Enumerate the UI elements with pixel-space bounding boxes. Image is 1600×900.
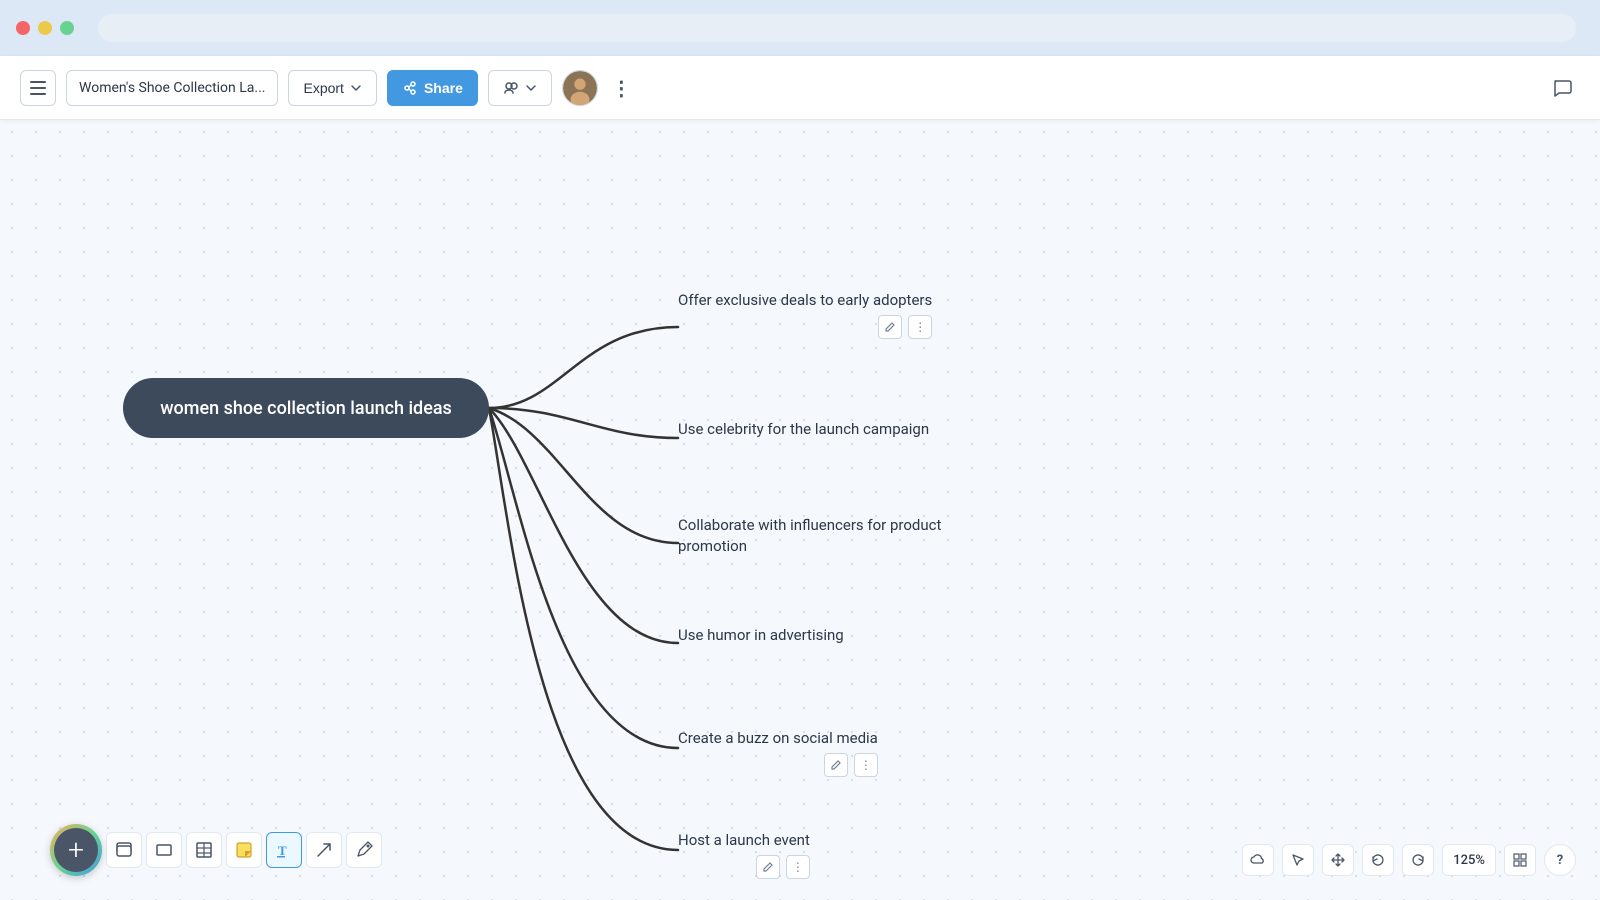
node-actions-6: ⋮: [678, 855, 810, 879]
arrow-icon: [315, 841, 333, 859]
move-icon: [1331, 853, 1345, 867]
layers-icon: [115, 841, 133, 859]
branch-text-5: Create a buzz on social media: [678, 728, 878, 749]
zoom-level[interactable]: 125%: [1442, 844, 1496, 876]
chevron-down-icon-2: [525, 82, 537, 94]
pen-icon: [355, 841, 373, 859]
traffic-lights: [16, 21, 74, 35]
edit-icon-6[interactable]: [756, 855, 780, 879]
more-icon-1[interactable]: ⋮: [908, 315, 932, 339]
traffic-light-green[interactable]: [60, 21, 74, 35]
node-actions-5: ⋮: [678, 753, 878, 777]
avatar-image: [563, 70, 597, 106]
user-avatar[interactable]: [562, 70, 598, 106]
save-cloud-button[interactable]: [1242, 844, 1274, 876]
pen-tool[interactable]: [346, 832, 382, 868]
document-title[interactable]: Women's Shoe Collection La...: [66, 70, 278, 106]
svg-text:T: T: [278, 843, 287, 858]
collaborate-button[interactable]: [488, 70, 552, 106]
more-icon-5[interactable]: ⋮: [854, 753, 878, 777]
arrow-tool[interactable]: [306, 832, 342, 868]
undo-button[interactable]: [1362, 844, 1394, 876]
branch-node-2[interactable]: Use celebrity for the launch campaign: [678, 419, 929, 440]
undo-icon: [1371, 853, 1385, 867]
branch-text-3: Collaborate with influencers for product…: [678, 515, 998, 557]
cloud-icon: [1250, 852, 1266, 868]
rectangle-icon: [155, 841, 173, 859]
branch-text-4: Use humor in advertising: [678, 625, 844, 646]
branch-node-3[interactable]: Collaborate with influencers for product…: [678, 515, 998, 557]
canvas[interactable]: women shoe collection launch ideas Offer…: [0, 120, 1600, 900]
traffic-light-red[interactable]: [16, 21, 30, 35]
table-icon: [195, 841, 213, 859]
mindmap-connections: [0, 120, 1600, 900]
edit-icon-5[interactable]: [824, 753, 848, 777]
export-button[interactable]: Export: [288, 70, 376, 106]
share-icon: [402, 80, 418, 96]
select-tool-button[interactable]: [1282, 844, 1314, 876]
title-bar: [0, 0, 1600, 56]
more-icon-6[interactable]: ⋮: [786, 855, 810, 879]
redo-icon: [1411, 853, 1425, 867]
chevron-down-icon: [350, 82, 362, 94]
redo-button[interactable]: [1402, 844, 1434, 876]
branch-node-1[interactable]: Offer exclusive deals to early adopters …: [678, 290, 932, 339]
node-actions-1: ⋮: [678, 315, 932, 339]
add-button[interactable]: +: [50, 824, 102, 876]
branch-node-5[interactable]: Create a buzz on social media ⋮: [678, 728, 878, 777]
bottom-right-controls: 125% ?: [1242, 844, 1576, 876]
table-tool[interactable]: [186, 832, 222, 868]
rectangle-tool[interactable]: [146, 832, 182, 868]
text-tool[interactable]: T: [266, 832, 302, 868]
text-icon: T: [275, 841, 293, 859]
more-options-button[interactable]: ⋮: [608, 74, 636, 102]
sticky-icon: [235, 841, 253, 859]
branch-text-6: Host a launch event: [678, 830, 810, 851]
address-bar[interactable]: [98, 14, 1576, 42]
menu-button[interactable]: [20, 70, 56, 106]
traffic-light-yellow[interactable]: [38, 21, 52, 35]
branch-node-6[interactable]: Host a launch event ⋮: [678, 830, 810, 879]
chat-button[interactable]: [1544, 70, 1580, 106]
grid-button[interactable]: [1504, 844, 1536, 876]
chat-icon: [1551, 77, 1573, 99]
central-node[interactable]: women shoe collection launch ideas: [123, 378, 489, 438]
branch-node-4[interactable]: Use humor in advertising: [678, 625, 844, 646]
help-button[interactable]: ?: [1544, 844, 1576, 876]
sticky-tool[interactable]: [226, 832, 262, 868]
toolbar: Women's Shoe Collection La... Export Sha…: [0, 56, 1600, 120]
select-icon: [1291, 853, 1305, 867]
branch-text-2: Use celebrity for the launch campaign: [678, 419, 929, 440]
collaborate-icon: [503, 80, 519, 96]
edit-icon-1[interactable]: [878, 315, 902, 339]
central-node-text: women shoe collection launch ideas: [160, 398, 452, 419]
layers-tool[interactable]: [106, 832, 142, 868]
hamburger-icon: [30, 81, 46, 95]
branch-text-1: Offer exclusive deals to early adopters: [678, 290, 932, 311]
grid-icon: [1513, 853, 1527, 867]
share-button[interactable]: Share: [387, 70, 478, 106]
move-tool-button[interactable]: [1322, 844, 1354, 876]
bottom-toolbar: +: [50, 824, 382, 876]
add-icon: +: [68, 836, 84, 864]
